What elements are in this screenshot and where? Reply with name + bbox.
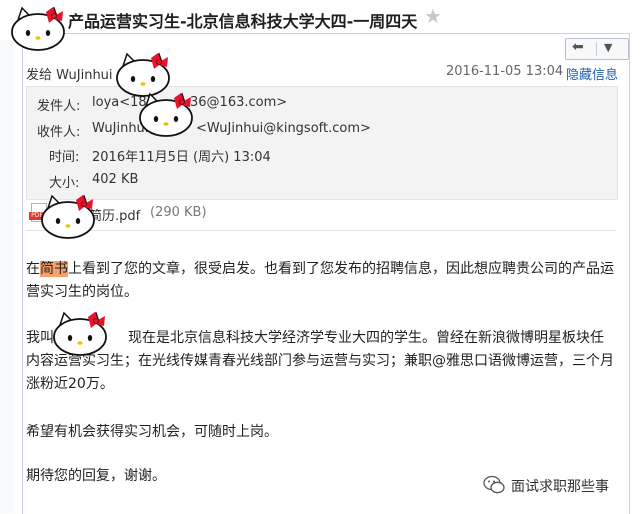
left-panel-strip <box>0 40 14 513</box>
star-icon[interactable]: ★ <box>424 4 442 28</box>
reply-icon[interactable]: ⬅ <box>572 39 584 55</box>
send-to-line: 发给 WuJinhui <box>26 68 113 83</box>
hide-info-link[interactable]: 隐藏信息 <box>566 64 618 83</box>
hello-kitty-sticker <box>53 311 107 356</box>
time-value: 2016年11月5日 (周六) 13:04 <box>92 150 271 165</box>
hello-kitty-sticker <box>139 92 193 137</box>
body-paragraph-1: 在简书上看到了您的文章，很受启发。也看到了您发布的招聘信息，因此想应聘贵公司的产… <box>26 258 616 304</box>
reply-toolbar: ⬅ ▼ <box>565 38 629 60</box>
email-date: 2016-11-05 13:04 <box>446 64 564 79</box>
hello-kitty-sticker <box>41 194 95 239</box>
body-paragraph-3: 希望有机会获得实习机会，可随时上岗。 <box>26 424 278 440</box>
hello-kitty-sticker <box>11 6 65 51</box>
wechat-icon <box>483 475 505 494</box>
to-value-end: <WuJinhui@kingsoft.com> <box>196 121 371 136</box>
chevron-down-icon[interactable]: ▼ <box>604 41 612 54</box>
attachment-size: (290 KB) <box>150 205 207 220</box>
from-value-end: 36@163.com> <box>190 95 288 110</box>
to-label: 收件人: <box>37 125 81 140</box>
toolbar-divider <box>596 42 597 56</box>
highlighted-word: 简书 <box>40 261 68 277</box>
body-paragraph-2: 我叫 现在是北京信息科技大学经济学专业大四的学生。曾经在新浪微博明星板块任内容运营… <box>26 327 616 396</box>
size-value: 402 KB <box>92 172 139 187</box>
size-label: 大小: <box>49 176 80 191</box>
time-label: 时间: <box>49 150 80 165</box>
watermark-text: 面试求职那些事 <box>511 479 609 495</box>
p1-text-a: 在 <box>26 261 40 277</box>
divider <box>26 230 616 231</box>
p2-text-b: 现在是北京信息科技大学经济学专业大四的学生。曾经在新浪微博明星板块任内容运营实习… <box>26 330 614 392</box>
p1-text-b: 上看到了您的文章，很受启发。也看到了您发布的招聘信息，因此想应聘贵公司的产品运营… <box>26 261 614 300</box>
from-label: 发件人: <box>37 99 81 114</box>
email-subject: 产品运营实习生-北京信息科技大学大四-一周四天 <box>68 12 418 31</box>
